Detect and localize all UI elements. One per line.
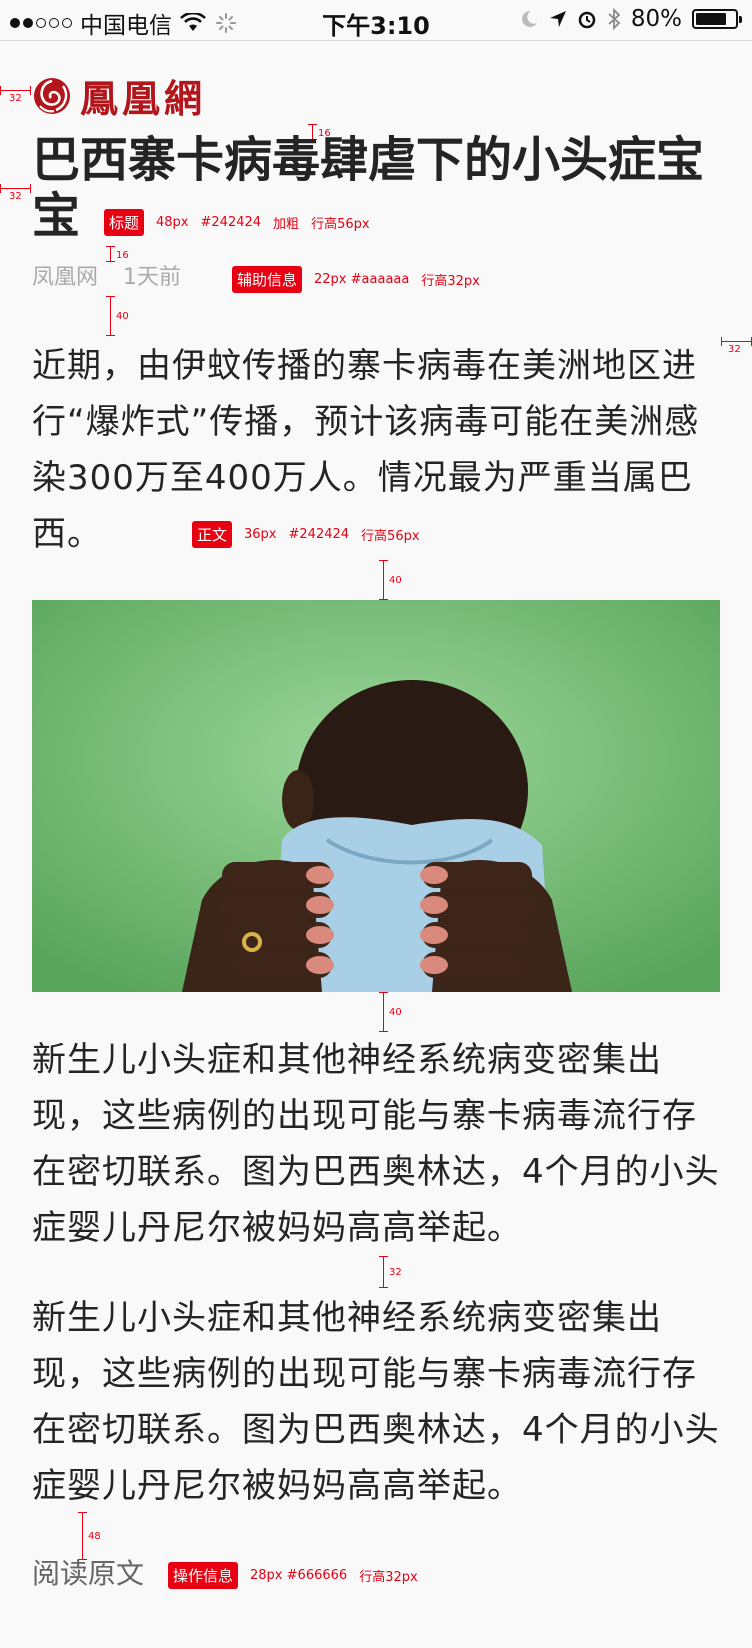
paragraph2-top-spacing-label: 32 <box>389 1267 402 1278</box>
action-annotation-tag: 操作信息 <box>168 1562 239 1589</box>
image-top-spacing-label: 40 <box>389 575 402 586</box>
article-caption-paragraph: 新生儿小头症和其他神经系统病变密集出现，这些病例的出现可能与寨卡病毒流行存在密切… <box>32 1040 720 1248</box>
title-annotation-weight: 加粗 <box>273 217 300 232</box>
body-annotation-line-height: 行高56px <box>361 529 420 544</box>
battery-icon <box>692 9 742 29</box>
lead-top-spacing-label: 40 <box>116 311 129 322</box>
battery-percent-label: 80% <box>630 6 682 32</box>
meta-top-spacing-marker <box>106 246 115 262</box>
body-style-annotation: 正文 36px #242424 行高56px <box>192 521 420 548</box>
article-source: 凤凰网 <box>32 265 99 290</box>
read-original-link[interactable]: 阅读原文 <box>32 1558 144 1590</box>
logo-left-margin-label: 32 <box>9 93 22 104</box>
logo-left-margin-marker <box>0 86 31 95</box>
article-time: 1天前 <box>123 265 182 290</box>
status-bar: 中国电信 下午3:10 80% <box>0 0 752 41</box>
meta-annotation-color: #aaaaaa <box>350 272 410 287</box>
alarm-clock-icon <box>578 11 596 29</box>
title-annotation-line-height: 行高56px <box>311 217 370 232</box>
read-original-spacing-marker <box>78 1512 87 1560</box>
bluetooth-icon <box>608 8 621 30</box>
phoenix-logo-icon <box>34 77 70 114</box>
action-annotation-line-height: 行高32px <box>359 1570 418 1585</box>
action-annotation-color: #666666 <box>286 1568 348 1583</box>
lead-top-spacing-marker <box>106 296 115 336</box>
meta-annotation-size: 22px <box>314 272 347 287</box>
action-style-annotation: 操作信息 28px #666666 行高32px <box>168 1562 418 1589</box>
article-second-paragraph: 新生儿小头症和其他神经系统病变密集出现，这些病例的出现可能与寨卡病毒流行存在密切… <box>32 1298 720 1506</box>
title-annotation-color: #242424 <box>200 215 262 230</box>
body-annotation-color: #242424 <box>288 527 350 542</box>
title-annotation-tag: 标题 <box>104 209 145 236</box>
caption-top-spacing-label: 40 <box>389 1007 402 1018</box>
battery-fill <box>696 13 727 25</box>
read-original-spacing-label: 48 <box>88 1531 101 1542</box>
location-arrow-icon <box>549 11 566 27</box>
meta-annotation-size-color: 22px #aaaaaa <box>314 272 409 287</box>
title-left-margin-marker <box>0 184 31 193</box>
meta-style-annotation: 辅助信息 22px #aaaaaa 行高32px <box>232 266 480 293</box>
right-margin-marker <box>721 337 752 346</box>
article-meta: 凤凰网 1天前 <box>32 262 181 294</box>
status-bar-right: 80% <box>519 6 742 32</box>
title-left-margin-label: 32 <box>9 191 22 202</box>
right-margin-label: 32 <box>728 344 741 355</box>
do-not-disturb-moon-icon <box>521 10 537 27</box>
article-photo[interactable] <box>32 600 720 992</box>
article-page: 中国电信 下午3:10 80% 32 鳳凰網 16 32 巴西寨卡病毒肆虐下的小… <box>0 0 752 1648</box>
meta-annotation-line-height: 行高32px <box>421 274 480 289</box>
paragraph2-top-spacing-marker <box>379 1256 388 1288</box>
action-annotation-size-color: 28px #666666 <box>250 1568 347 1583</box>
action-annotation-size: 28px <box>250 1568 283 1583</box>
body-annotation-size: 36px <box>244 527 277 542</box>
body-annotation-tag: 正文 <box>192 521 233 548</box>
meta-top-spacing-label: 16 <box>116 250 129 261</box>
site-logo[interactable]: 鳳凰網 <box>32 68 206 123</box>
meta-annotation-tag: 辅助信息 <box>232 266 303 293</box>
image-top-spacing-marker <box>379 560 388 600</box>
baby-held-by-hands-image <box>32 600 720 992</box>
caption-top-spacing-marker <box>379 992 388 1032</box>
title-annotation-size: 48px <box>156 215 189 230</box>
logo-text: 鳳凰網 <box>80 76 207 121</box>
title-style-annotation: 标题 48px #242424 加粗 行高56px <box>104 209 370 236</box>
